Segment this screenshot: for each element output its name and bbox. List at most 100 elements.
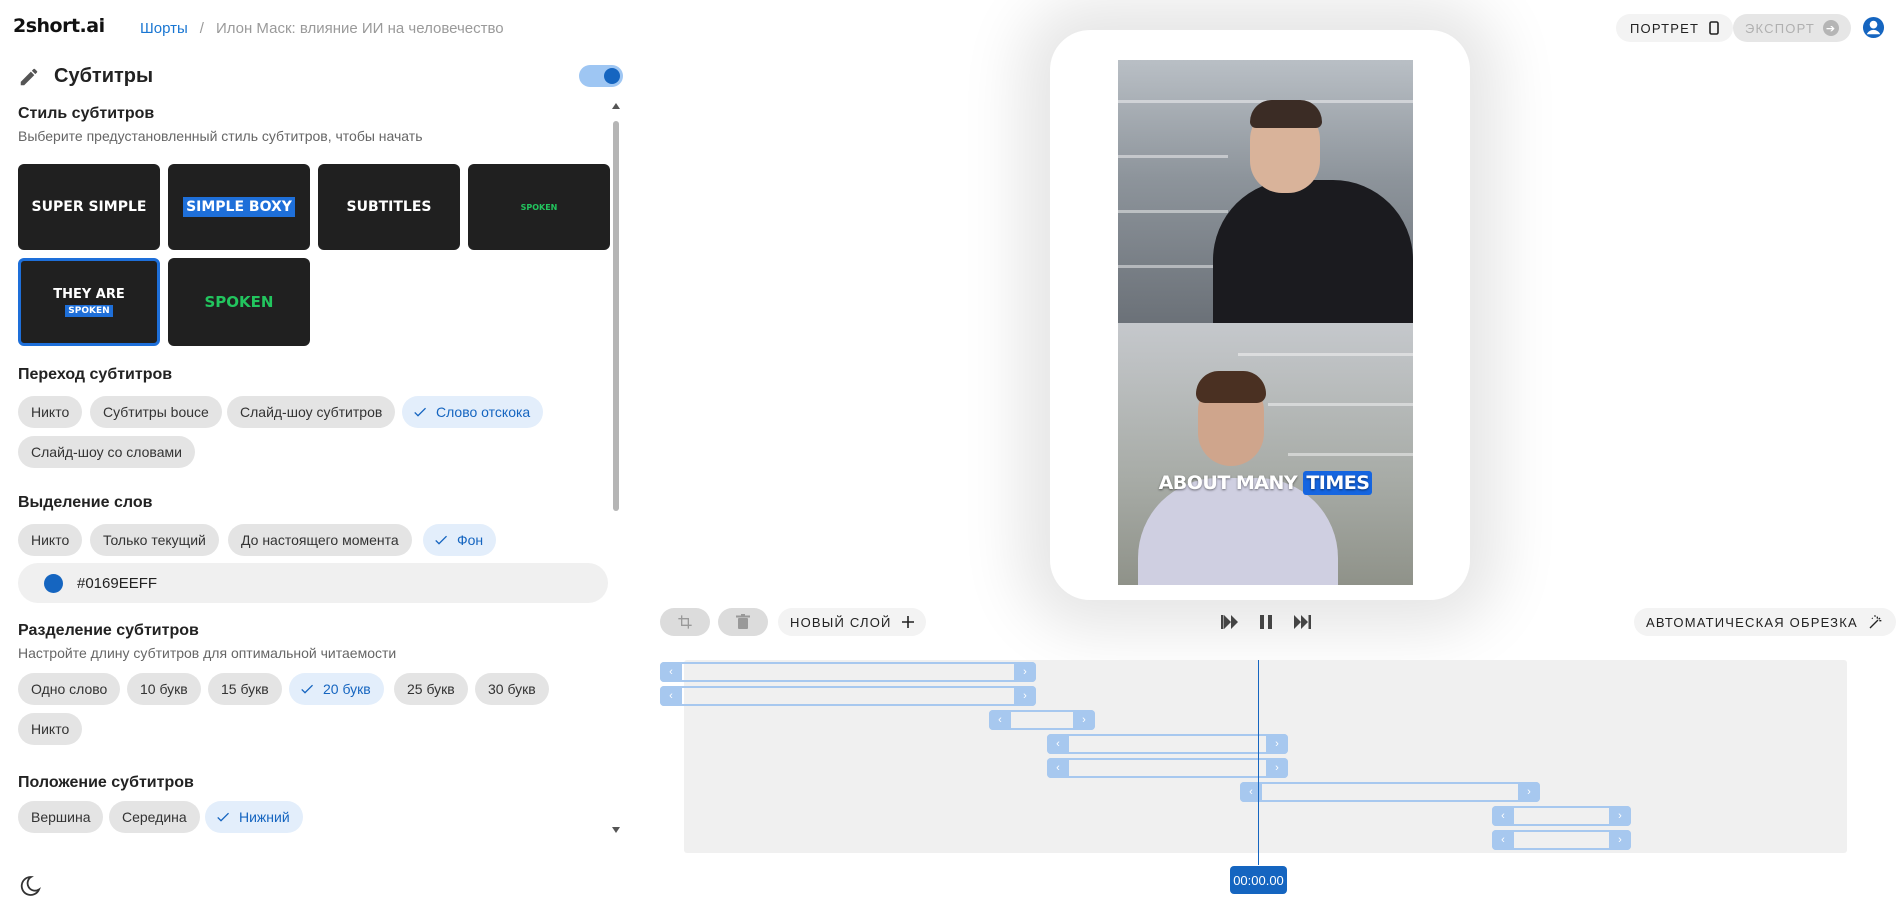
panel-header: Субтитры [18, 65, 153, 88]
transition-section-title: Переход субтитров [18, 366, 173, 383]
timeline-clip[interactable]: ‹ › [1492, 830, 1631, 850]
skip-back-icon [1221, 615, 1238, 629]
position-option-middle[interactable]: Середина [109, 801, 200, 833]
arrow-right-icon: ➔ [1823, 20, 1840, 36]
highlight-option-current[interactable]: Только текущий [90, 524, 219, 556]
auto-crop-button[interactable]: АВТОМАТИЧЕСКАЯ ОБРЕЗКА [1634, 608, 1896, 636]
position-option-bottom[interactable]: Нижний [205, 801, 303, 833]
style-card-they-are-spoken[interactable]: THEY ARE SPOKEN [18, 258, 160, 346]
video-preview[interactable]: ABOUT MANY TIMES [1118, 60, 1413, 585]
transition-option-slideshow[interactable]: Слайд-шоу субтитров [227, 396, 396, 428]
check-icon [301, 684, 313, 694]
clip-right-handle[interactable]: › [1014, 686, 1036, 706]
style-section-title: Стиль субтитров [18, 105, 155, 122]
clip-left-handle[interactable]: ‹ [660, 662, 682, 682]
portrait-button[interactable]: ПОРТРЕТ [1616, 14, 1734, 42]
clip-right-handle[interactable]: › [1518, 782, 1540, 802]
check-icon [217, 812, 229, 822]
style-card-spoken-small[interactable]: SPOKEN [468, 164, 610, 250]
background-rail [1238, 353, 1413, 356]
user-icon[interactable] [1862, 16, 1885, 39]
split-option-30[interactable]: 30 букв [475, 673, 549, 705]
style-card-simple-boxy[interactable]: SIMPLE BOXY [168, 164, 310, 250]
split-option-20[interactable]: 20 букв [289, 673, 384, 705]
timeline-clip[interactable]: ‹ › [989, 710, 1095, 730]
clip-left-handle[interactable]: ‹ [1492, 830, 1514, 850]
background-rail [1118, 265, 1228, 268]
clip-right-handle[interactable]: › [1609, 806, 1631, 826]
timeline-clip[interactable]: ‹ › [660, 662, 1036, 682]
split-option-none[interactable]: Никто [18, 713, 83, 745]
export-button[interactable]: ЭКСПОРТ ➔ [1733, 14, 1852, 42]
current-time-badge: 00:00.00 [1230, 866, 1287, 894]
clip-right-handle[interactable]: › [1073, 710, 1095, 730]
transition-option-none[interactable]: Никто [18, 396, 83, 428]
skip-back-button[interactable] [1218, 610, 1242, 634]
check-icon [435, 535, 447, 545]
subtitles-toggle[interactable] [579, 65, 623, 87]
clip-right-handle[interactable]: › [1266, 758, 1288, 778]
moon-icon[interactable] [18, 874, 42, 898]
style-card-label: SIMPLE BOXY [183, 197, 295, 217]
skip-forward-icon [1294, 615, 1311, 629]
split-option-15[interactable]: 15 букв [208, 673, 282, 705]
clip-left-handle[interactable]: ‹ [1047, 758, 1069, 778]
top-bar: 2short.ai Шорты / Илон Маск: влияние ИИ … [0, 0, 1903, 55]
subtitle-caption[interactable]: ABOUT MANY TIMES [1118, 471, 1413, 495]
position-option-top[interactable]: Вершина [18, 801, 104, 833]
color-swatch[interactable] [44, 573, 63, 593]
transition-option-word-bounce[interactable]: Слово отскока [402, 396, 544, 428]
highlight-color-field[interactable]: #0169EEFF [18, 563, 608, 603]
clip-left-handle[interactable]: ‹ [1047, 734, 1069, 754]
person-b-hair [1196, 371, 1266, 403]
portrait-label: ПОРТРЕТ [1630, 20, 1700, 36]
highlight-option-until-now[interactable]: До настоящего момента [228, 524, 412, 556]
split-option-25[interactable]: 25 букв [394, 673, 468, 705]
breadcrumb-current: Илон Маск: влияние ИИ на человечество [215, 20, 504, 37]
timeline-clip[interactable]: ‹ › [1047, 734, 1288, 754]
video-frame-top [1118, 60, 1413, 323]
panel-title: Субтитры [54, 65, 154, 87]
breadcrumb-shorts-link[interactable]: Шорты [140, 20, 188, 37]
crop-button[interactable] [660, 608, 710, 636]
clip-left-handle[interactable]: ‹ [989, 710, 1011, 730]
new-layer-label: НОВЫЙ СЛОЙ [790, 614, 892, 630]
style-card-super-simple[interactable]: SUPER SIMPLE [18, 164, 160, 250]
chip-label: Слово отскока [436, 404, 531, 420]
color-value: #0169EEFF [77, 574, 158, 592]
caption-text: ABOUT MANY [1158, 472, 1298, 494]
delete-button[interactable] [718, 608, 768, 636]
style-card-label: SPOKEN [204, 293, 274, 311]
background-rail [1288, 453, 1413, 456]
split-option-10[interactable]: 10 букв [127, 673, 201, 705]
timeline-clip[interactable]: ‹ › [660, 686, 1036, 706]
style-card-subtitles[interactable]: SUBTITLES [318, 164, 460, 250]
pause-button[interactable] [1254, 610, 1278, 634]
clip-left-handle[interactable]: ‹ [1492, 806, 1514, 826]
highlight-option-background[interactable]: Фон [423, 524, 497, 556]
new-layer-button[interactable]: НОВЫЙ СЛОЙ [778, 608, 926, 636]
clip-left-handle[interactable]: ‹ [660, 686, 682, 706]
split-option-one-word[interactable]: Одно слово [18, 673, 121, 705]
style-card-spoken-green[interactable]: SPOKEN [168, 258, 310, 346]
clip-right-handle[interactable]: › [1014, 662, 1036, 682]
split-section-subtitle: Настройте длину субтитров для оптимально… [18, 645, 397, 661]
check-icon [414, 407, 426, 417]
split-section-title: Разделение субтитров [18, 622, 199, 639]
app-logo[interactable]: 2short.ai [13, 15, 105, 37]
timeline-clip[interactable]: ‹ › [1240, 782, 1540, 802]
timeline-clip[interactable]: ‹ › [1047, 758, 1288, 778]
highlight-option-none[interactable]: Никто [18, 524, 83, 556]
trash-icon [736, 614, 750, 629]
chip-label: 20 букв [323, 681, 371, 697]
timeline-playhead[interactable] [1258, 660, 1259, 865]
transition-option-word-slideshow[interactable]: Слайд-шоу со словами [18, 436, 195, 468]
pencil-icon [20, 68, 38, 85]
timeline-clip[interactable]: ‹ › [1492, 806, 1631, 826]
toggle-knob [604, 68, 620, 84]
skip-forward-button[interactable] [1290, 610, 1314, 634]
style-card-label: SUBTITLES [346, 199, 432, 215]
transition-option-bounce[interactable]: Субтитры bouce [90, 396, 222, 428]
clip-right-handle[interactable]: › [1266, 734, 1288, 754]
clip-right-handle[interactable]: › [1609, 830, 1631, 850]
